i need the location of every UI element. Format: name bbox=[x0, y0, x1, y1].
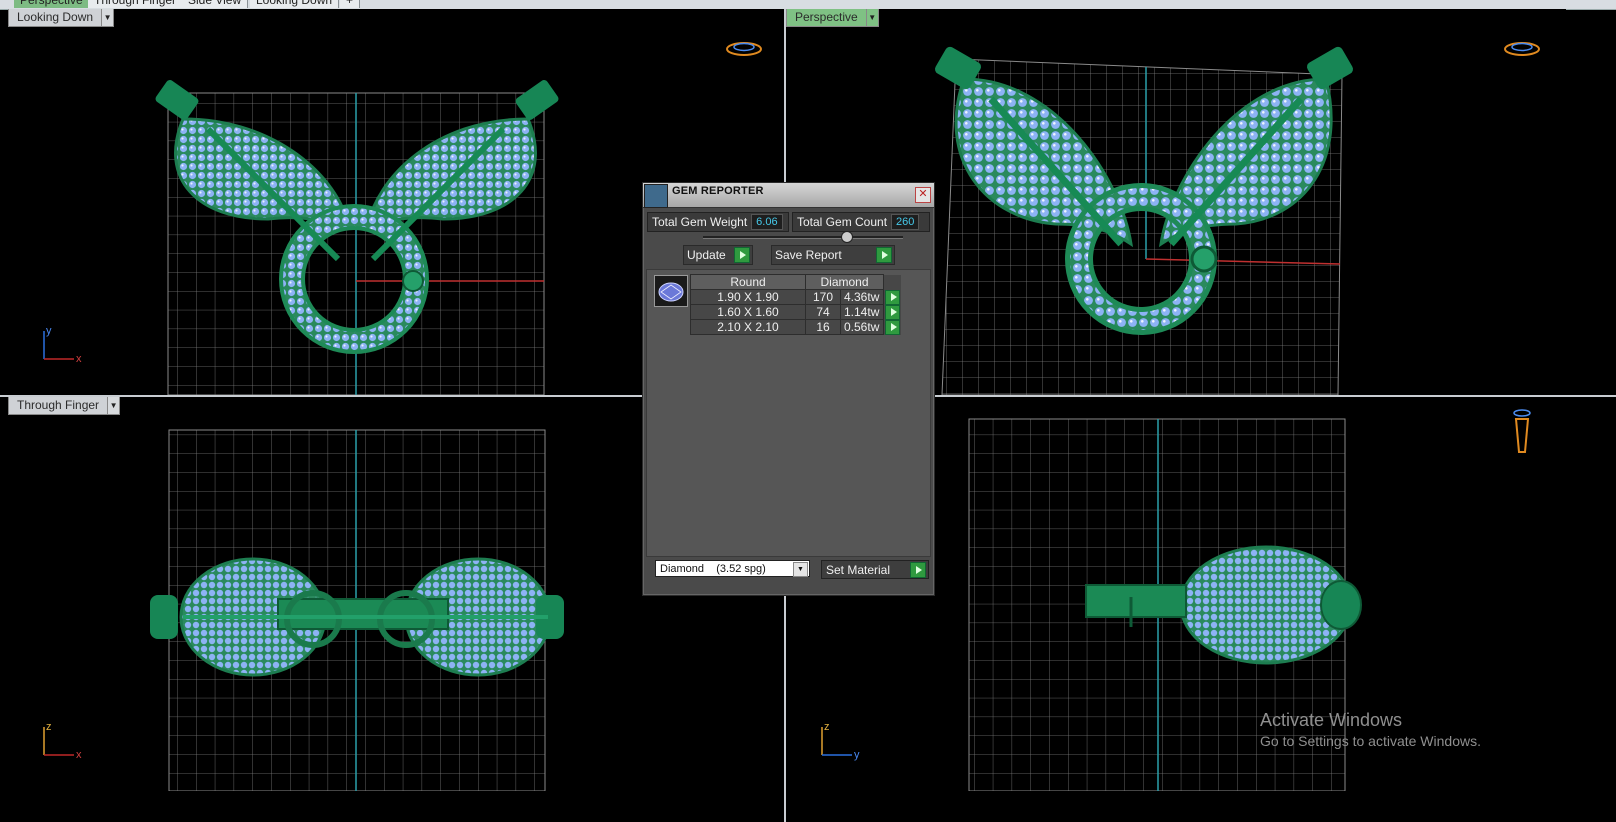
play-icon bbox=[734, 247, 750, 263]
select-row-icon[interactable] bbox=[885, 289, 900, 305]
chevron-down-icon[interactable]: ▼ bbox=[108, 397, 121, 415]
viewport-menu-perspective[interactable]: Perspective ▼ bbox=[786, 9, 879, 27]
axis-x-label: x bbox=[76, 749, 82, 761]
axis-indicator: z y bbox=[821, 721, 860, 761]
save-report-button[interactable]: Save Report bbox=[771, 245, 895, 265]
axis-indicator: y x bbox=[43, 325, 82, 365]
activation-watermark: Activate Windows Go to Settings to activ… bbox=[1260, 710, 1481, 749]
material-select-value: Diamond (3.52 spg) bbox=[660, 563, 766, 575]
material-select[interactable]: Diamond (3.52 spg) ▼ bbox=[655, 560, 810, 577]
ring-stand-icon bbox=[1513, 409, 1531, 453]
viewport-menu-looking-down[interactable]: Looking Down ▼ bbox=[8, 9, 115, 27]
update-label: Update bbox=[687, 248, 726, 262]
set-material-label: Set Material bbox=[826, 562, 891, 577]
table-row[interactable]: 1.60 X 1.60 74 1.14tw bbox=[690, 304, 901, 320]
gem-reporter-icon bbox=[644, 184, 668, 208]
axis-indicator: z x bbox=[43, 721, 82, 761]
gem-weight: 1.14tw bbox=[840, 304, 884, 320]
gem-count: 74 bbox=[805, 304, 841, 320]
viewport-label: Through Finger bbox=[8, 397, 109, 415]
slider-knob[interactable] bbox=[841, 231, 853, 243]
update-button[interactable]: Update bbox=[683, 245, 753, 265]
save-report-label: Save Report bbox=[775, 248, 842, 262]
select-row-icon[interactable] bbox=[885, 304, 900, 320]
viewport-menu-through-finger[interactable]: Through Finger ▼ bbox=[8, 397, 121, 415]
axis-z-label: z bbox=[824, 721, 830, 733]
panel-resize-slider[interactable] bbox=[703, 231, 903, 243]
gem-size: 1.60 X 1.60 bbox=[690, 304, 806, 320]
tab-side-view[interactable]: Side View bbox=[182, 0, 249, 8]
tab-through-finger[interactable]: Through Finger bbox=[88, 0, 184, 8]
gem-reporter-title: GEM REPORTER bbox=[672, 185, 764, 197]
gem-weight: 0.56tw bbox=[840, 319, 884, 335]
total-gem-count-label: Total Gem Count bbox=[797, 215, 888, 229]
column-header-material: Diamond bbox=[805, 274, 884, 290]
chevron-down-icon[interactable]: ▼ bbox=[866, 9, 879, 27]
gem-reporter-panel: GEM REPORTER ✕ Total Gem Weight 6.06 Tot… bbox=[642, 182, 935, 596]
axis-y-label: y bbox=[46, 325, 52, 337]
viewport-label: Looking Down bbox=[8, 9, 103, 27]
table-row[interactable]: 2.10 X 2.10 16 0.56tw bbox=[690, 319, 901, 335]
gem-count: 170 bbox=[805, 289, 841, 305]
gem-thumbnail[interactable] bbox=[654, 275, 688, 307]
gem-weight: 4.36tw bbox=[840, 289, 884, 305]
chevron-down-icon[interactable]: ▼ bbox=[793, 562, 808, 577]
set-material-button[interactable]: Set Material bbox=[821, 560, 929, 579]
watermark-title: Activate Windows bbox=[1260, 710, 1403, 730]
table-row[interactable]: 1.90 X 1.90 170 4.36tw bbox=[690, 289, 901, 305]
ring-size-icon bbox=[1504, 42, 1540, 56]
watermark-subtitle: Go to Settings to activate Windows. bbox=[1260, 733, 1481, 749]
gem-list-panel: Round Diamond 1.90 X 1.90 170 4.36tw 1.6… bbox=[646, 269, 931, 557]
total-gem-weight-value: 6.06 bbox=[751, 214, 783, 230]
viewport-label: Perspective bbox=[786, 9, 867, 27]
total-gem-count-value: 260 bbox=[891, 214, 920, 230]
axis-z-label: z bbox=[46, 721, 52, 733]
gem-size: 2.10 X 2.10 bbox=[690, 319, 806, 335]
column-header-shape: Round bbox=[690, 274, 806, 290]
play-icon bbox=[910, 561, 926, 578]
total-gem-weight: Total Gem Weight 6.06 bbox=[647, 212, 789, 232]
tab-perspective[interactable]: Perspective bbox=[14, 0, 90, 8]
tab-add[interactable]: + bbox=[340, 0, 361, 8]
close-icon[interactable]: ✕ bbox=[915, 187, 931, 203]
ring-size-icon bbox=[726, 42, 762, 56]
axis-y-label: y bbox=[854, 749, 860, 761]
tab-looking-down[interactable]: Looking Down bbox=[250, 0, 340, 8]
chevron-down-icon[interactable]: ▼ bbox=[102, 9, 115, 27]
axis-x-label: x bbox=[76, 353, 82, 365]
gem-size: 1.90 X 1.90 bbox=[690, 289, 806, 305]
gem-reporter-titlebar[interactable]: GEM REPORTER ✕ bbox=[643, 183, 934, 208]
gem-count: 16 bbox=[805, 319, 841, 335]
play-icon bbox=[876, 247, 892, 263]
total-gem-count: Total Gem Count 260 bbox=[792, 212, 930, 232]
select-row-icon[interactable] bbox=[885, 319, 900, 335]
total-gem-weight-label: Total Gem Weight bbox=[652, 215, 748, 229]
gem-table: Round Diamond 1.90 X 1.90 170 4.36tw 1.6… bbox=[690, 274, 901, 335]
